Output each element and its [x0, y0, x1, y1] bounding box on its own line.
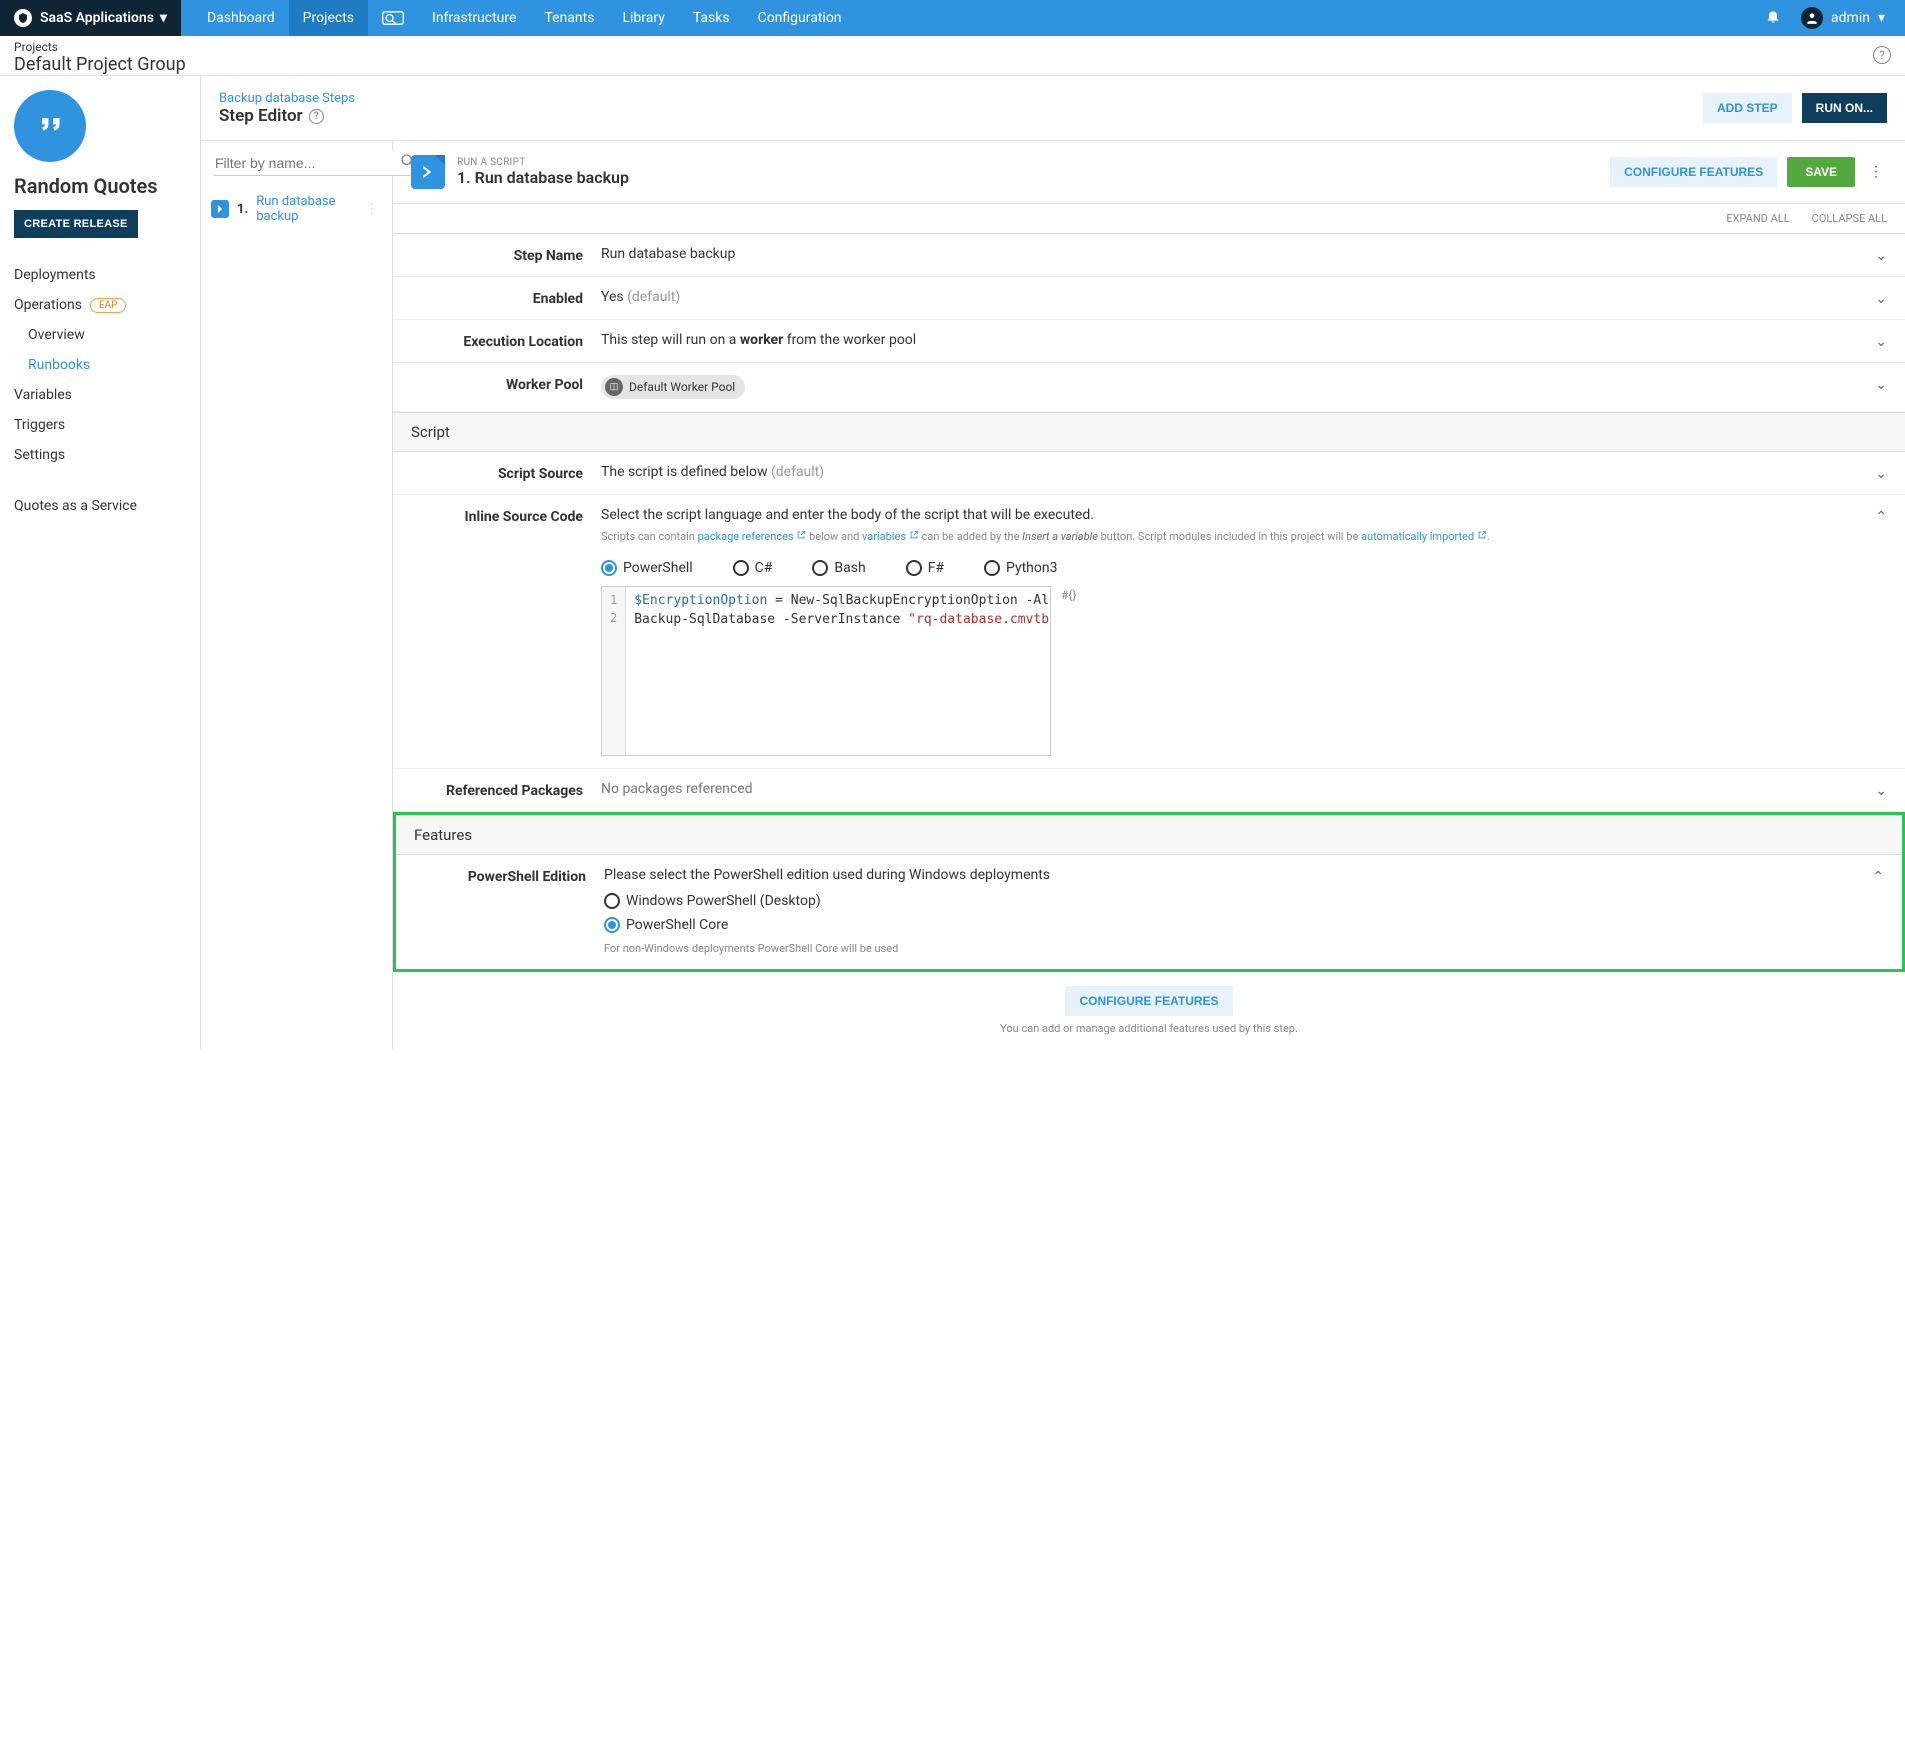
row-enabled[interactable]: Enabled Yes (default) ⌄ — [393, 277, 1905, 320]
eap-badge: EAP — [90, 298, 127, 313]
run-on-button[interactable]: RUN ON... — [1802, 93, 1887, 123]
more-icon[interactable]: ⋮ — [361, 198, 382, 221]
radio-bash[interactable]: Bash — [812, 560, 865, 576]
radio-powershell[interactable]: PowerShell — [601, 560, 693, 576]
row-script-source[interactable]: Script Source The script is defined belo… — [393, 452, 1905, 495]
project-logo — [14, 90, 86, 162]
nav-configuration[interactable]: Configuration — [744, 0, 856, 36]
save-button[interactable]: SAVE — [1787, 157, 1855, 187]
nav-dashboard[interactable]: Dashboard — [193, 0, 289, 36]
row-execution-location[interactable]: Execution Location This step will run on… — [393, 320, 1905, 363]
search-icon[interactable] — [368, 0, 418, 36]
script-icon — [211, 200, 229, 218]
sidebar-tagline: Quotes as a Service — [14, 498, 186, 514]
sidebar-item-triggers[interactable]: Triggers — [14, 410, 186, 440]
nav-tenants[interactable]: Tenants — [530, 0, 608, 36]
chevron-down-icon: ⌄ — [1875, 377, 1887, 393]
chevron-down-icon: ⌄ — [1875, 248, 1887, 264]
nav-library[interactable]: Library — [608, 0, 678, 36]
radio-powershell-core[interactable]: PowerShell Core — [604, 917, 1884, 933]
main-area: Backup database Steps Step Editor? ADD S… — [200, 76, 1905, 1049]
auto-imported-link[interactable]: automatically imported — [1361, 530, 1474, 543]
chevron-down-icon: ⌄ — [1875, 334, 1887, 350]
nav-projects[interactable]: Projects — [289, 0, 368, 36]
user-menu[interactable]: admin ▾ — [1801, 7, 1885, 29]
project-title: Random Quotes — [14, 174, 186, 198]
row-step-name[interactable]: Step Name Run database backup ⌄ — [393, 234, 1905, 277]
ps-edition-note: For non-Windows deployments PowerShell C… — [604, 941, 1884, 958]
sidebar-item-runbooks[interactable]: Runbooks — [14, 350, 186, 380]
inline-desc: Select the script language and enter the… — [601, 507, 1887, 523]
user-name: admin — [1831, 10, 1870, 26]
space-selector[interactable]: SaaS Applications ▾ — [0, 0, 181, 36]
row-worker-pool[interactable]: Worker Pool ◫Default Worker Pool ⌄ — [393, 363, 1905, 412]
nav-infrastructure[interactable]: Infrastructure — [418, 0, 530, 36]
pool-icon: ◫ — [605, 378, 623, 396]
help-icon[interactable]: ? — [309, 109, 324, 124]
avatar-icon — [1801, 7, 1823, 29]
sidebar: Random Quotes CREATE RELEASE Deployments… — [0, 76, 200, 1049]
insert-variable-button[interactable]: #{} — [1061, 586, 1077, 602]
row-powershell-edition: PowerShell Edition Please select the Pow… — [396, 855, 1902, 970]
radio-fsharp[interactable]: F# — [906, 560, 944, 576]
breadcrumb-group[interactable]: Default Project Group — [14, 54, 1891, 75]
step-number: 1. — [237, 202, 248, 217]
row-referenced-packages[interactable]: Referenced Packages No packages referenc… — [393, 769, 1905, 812]
add-step-button[interactable]: ADD STEP — [1703, 93, 1792, 123]
bell-icon[interactable] — [1765, 8, 1781, 28]
worker-pool-pill: ◫Default Worker Pool — [601, 375, 745, 399]
sidebar-item-settings[interactable]: Settings — [14, 440, 186, 470]
chevron-down-icon: ⌄ — [1875, 291, 1887, 307]
more-icon[interactable]: ⋮ — [1865, 160, 1887, 184]
code-editor[interactable]: 12 $EncryptionOption = New-SqlBackupEncr… — [601, 586, 1051, 756]
radio-csharp[interactable]: C# — [733, 560, 773, 576]
detail-column: RUN A SCRIPT 1. Run database backup CONF… — [393, 141, 1905, 1049]
chevron-down-icon: ⌄ — [1875, 466, 1887, 482]
steps-column: ⋮ 1. Run database backup ⋮ — [201, 141, 393, 1049]
help-icon[interactable]: ? — [1873, 46, 1891, 64]
ps-edition-desc: Please select the PowerShell edition use… — [604, 867, 1884, 883]
top-bar: SaaS Applications ▾ Dashboard Projects I… — [0, 0, 1905, 36]
top-nav: Dashboard Projects Infrastructure Tenant… — [193, 0, 856, 36]
caret-down-icon: ▾ — [160, 10, 167, 26]
radio-windows-powershell[interactable]: Windows PowerShell (Desktop) — [604, 893, 1884, 909]
sidebar-item-overview[interactable]: Overview — [14, 320, 186, 350]
section-header-features: Features — [396, 815, 1902, 855]
chevron-up-icon[interactable]: ⌃ — [1872, 869, 1884, 885]
breadcrumb-root[interactable]: Projects — [14, 40, 1891, 54]
language-radios: PowerShell C# Bash F# Python3 — [601, 560, 1887, 576]
features-highlight: Features PowerShell Edition Please selec… — [393, 812, 1905, 973]
expand-all-button[interactable]: EXPAND ALL — [1726, 212, 1789, 225]
nav-tasks[interactable]: Tasks — [679, 0, 744, 36]
step-title: 1. Run database backup — [457, 168, 629, 187]
space-icon — [14, 9, 32, 27]
chevron-up-icon[interactable]: ⌃ — [1875, 509, 1887, 525]
script-icon — [411, 155, 445, 189]
sidebar-item-variables[interactable]: Variables — [14, 380, 186, 410]
space-name: SaaS Applications — [40, 10, 154, 26]
sidebar-item-deployments[interactable]: Deployments — [14, 260, 186, 290]
step-name: Run database backup — [256, 194, 353, 224]
create-release-button[interactable]: CREATE RELEASE — [14, 210, 138, 238]
collapse-all-button[interactable]: COLLAPSE ALL — [1812, 212, 1887, 225]
row-inline-source: Inline Source Code Select the script lan… — [393, 495, 1905, 769]
filter-input[interactable] — [213, 151, 418, 176]
inline-note: Scripts can contain package references b… — [601, 529, 1887, 546]
breadcrumb-link[interactable]: Backup database Steps — [219, 91, 355, 106]
caret-down-icon: ▾ — [1878, 10, 1885, 26]
step-type-label: RUN A SCRIPT — [457, 157, 629, 168]
radio-python3[interactable]: Python3 — [984, 560, 1057, 576]
page-title: Step Editor — [219, 106, 303, 126]
step-list-item[interactable]: 1. Run database backup ⋮ — [201, 186, 392, 232]
features-note: You can add or manage additional feature… — [407, 1022, 1891, 1035]
section-header-script: Script — [393, 412, 1905, 452]
variables-link[interactable]: variables — [862, 530, 906, 543]
package-references-link[interactable]: package references — [698, 530, 794, 543]
configure-features-button[interactable]: CONFIGURE FEATURES — [1610, 157, 1777, 187]
sidebar-item-operations[interactable]: OperationsEAP — [14, 290, 186, 320]
configure-features-button[interactable]: CONFIGURE FEATURES — [1065, 986, 1232, 1016]
breadcrumb-bar: Projects Default Project Group ? — [0, 36, 1905, 75]
chevron-down-icon: ⌄ — [1875, 783, 1887, 799]
